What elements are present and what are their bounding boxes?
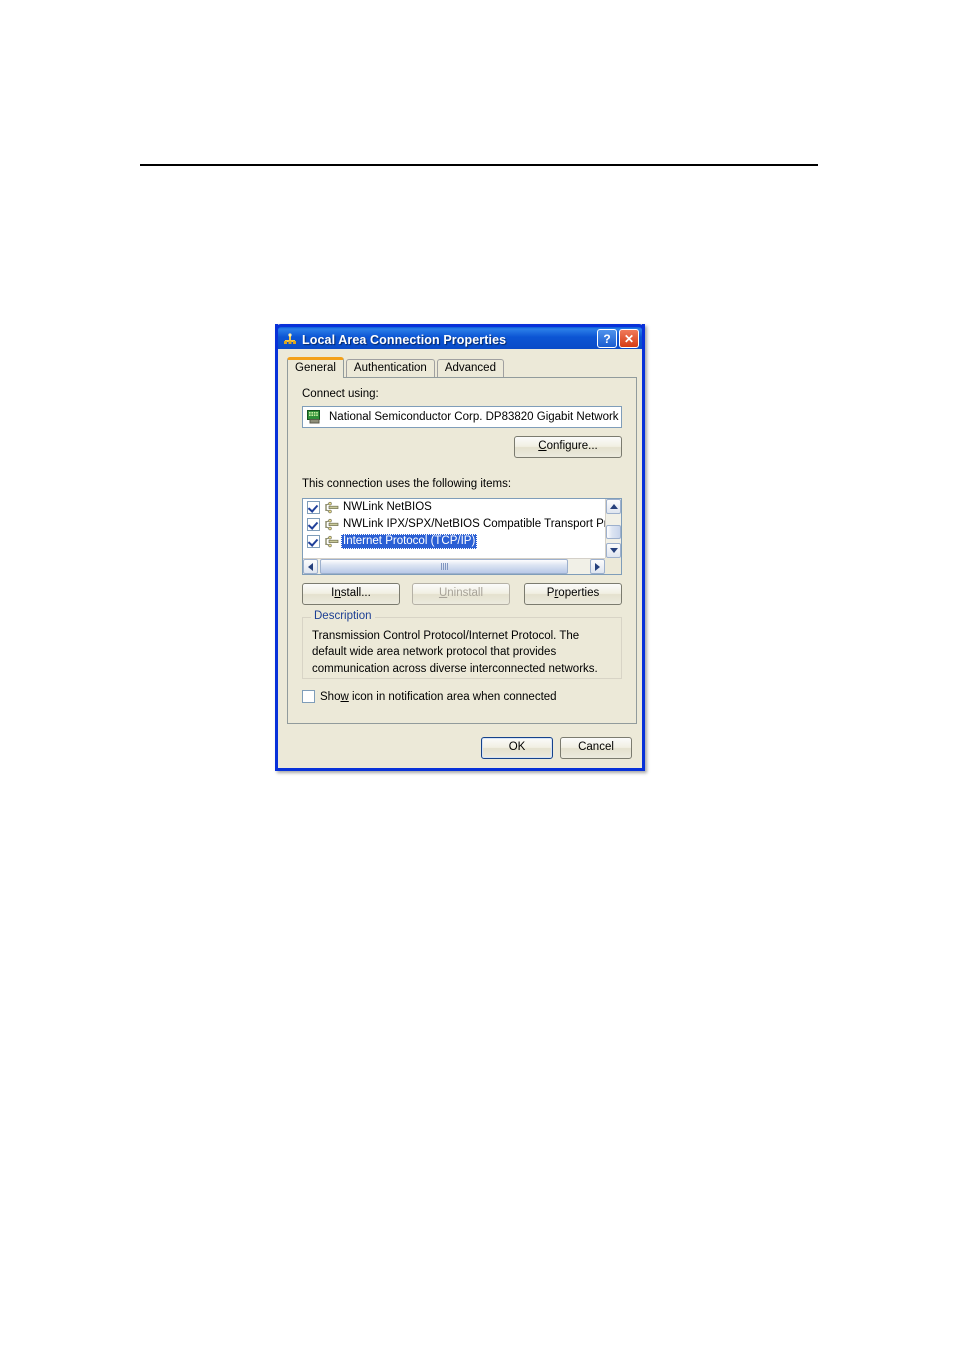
dialog-title: Local Area Connection Properties bbox=[302, 332, 507, 347]
configure-button[interactable]: Configure... bbox=[514, 436, 622, 458]
protocol-icon bbox=[324, 518, 339, 531]
components-list: NWLink NetBIOS NWLink IPX/SPX/NetBIOS Co… bbox=[303, 499, 605, 558]
description-groupbox: Description Transmission Control Protoco… bbox=[302, 610, 622, 679]
local-area-connection-properties-dialog: Local Area Connection Properties ? ✕ Gen… bbox=[275, 324, 645, 771]
network-adapter-icon bbox=[307, 410, 323, 424]
tab-general[interactable]: General bbox=[287, 357, 344, 378]
show-icon-checkbox-row[interactable]: Show icon in notification area when conn… bbox=[302, 690, 557, 703]
titlebar-buttons: ? ✕ bbox=[597, 329, 639, 348]
chevron-right-icon bbox=[595, 562, 600, 571]
dialog-titlebar[interactable]: Local Area Connection Properties ? ✕ bbox=[275, 324, 645, 352]
dialog-client-area: General Authentication Advanced Connect … bbox=[278, 349, 642, 768]
dialog-footer-buttons: OK Cancel bbox=[481, 737, 632, 759]
list-item-label: NWLink NetBIOS bbox=[343, 501, 432, 514]
scrollbar-corner bbox=[605, 558, 621, 574]
description-text: Transmission Control Protocol/Internet P… bbox=[312, 630, 598, 675]
network-connection-icon bbox=[282, 332, 298, 348]
tab-authentication[interactable]: Authentication bbox=[345, 359, 435, 378]
properties-button-label: Properties bbox=[546, 587, 600, 600]
tabstrip: General Authentication Advanced bbox=[287, 357, 506, 378]
tab-advanced[interactable]: Advanced bbox=[436, 359, 504, 378]
scroll-thumb-grip bbox=[440, 563, 448, 570]
tab-panel-general: Connect using: National Semiconductor Co… bbox=[287, 377, 637, 724]
uninstall-button: Uninstall bbox=[412, 583, 510, 605]
properties-button[interactable]: Properties bbox=[524, 583, 622, 605]
ok-button[interactable]: OK bbox=[481, 737, 553, 759]
list-item[interactable]: NWLink IPX/SPX/NetBIOS Compatible Transp… bbox=[303, 516, 605, 533]
listbox-horizontal-scrollbar[interactable] bbox=[303, 558, 605, 574]
chevron-down-icon bbox=[609, 548, 618, 553]
connect-using-label: Connect using: bbox=[302, 388, 379, 400]
checkbox-icon[interactable] bbox=[307, 501, 320, 514]
scroll-left-button[interactable] bbox=[303, 559, 318, 574]
adapter-field[interactable]: National Semiconductor Corp. DP83820 Gig… bbox=[302, 406, 622, 428]
chevron-up-icon bbox=[609, 504, 618, 509]
description-legend: Description bbox=[311, 610, 375, 622]
components-listbox[interactable]: NWLink NetBIOS NWLink IPX/SPX/NetBIOS Co… bbox=[302, 498, 622, 575]
items-label: This connection uses the following items… bbox=[302, 478, 512, 490]
horizontal-scroll-thumb[interactable] bbox=[320, 559, 568, 574]
scroll-right-button[interactable] bbox=[590, 559, 605, 574]
list-item-label: NWLink IPX/SPX/NetBIOS Compatible Transp… bbox=[343, 518, 605, 531]
help-button[interactable]: ? bbox=[597, 329, 617, 348]
list-item[interactable]: NWLink NetBIOS bbox=[303, 499, 605, 516]
protocol-icon bbox=[324, 535, 339, 548]
checkbox-icon[interactable] bbox=[307, 518, 320, 531]
vertical-scroll-thumb[interactable] bbox=[606, 525, 621, 539]
show-icon-label: Show icon in notification area when conn… bbox=[320, 690, 557, 703]
chevron-left-icon bbox=[308, 562, 313, 571]
scroll-up-button[interactable] bbox=[606, 499, 621, 514]
install-button[interactable]: Install... bbox=[302, 583, 400, 605]
install-button-label: Install... bbox=[331, 587, 371, 600]
listbox-vertical-scrollbar[interactable] bbox=[605, 499, 621, 558]
list-item[interactable]: Internet Protocol (TCP/IP) bbox=[303, 533, 605, 550]
uninstall-button-label: Uninstall bbox=[438, 587, 484, 600]
page-header-rule bbox=[140, 164, 818, 166]
adapter-name: National Semiconductor Corp. DP83820 Gig… bbox=[329, 411, 621, 423]
protocol-icon bbox=[324, 501, 339, 514]
cancel-button[interactable]: Cancel bbox=[560, 737, 632, 759]
list-item-label: Internet Protocol (TCP/IP) bbox=[341, 534, 478, 549]
show-icon-checkbox[interactable] bbox=[302, 690, 315, 703]
scroll-down-button[interactable] bbox=[606, 543, 621, 558]
checkbox-icon[interactable] bbox=[307, 535, 320, 548]
close-icon[interactable]: ✕ bbox=[619, 329, 639, 348]
configure-button-label: Configure... bbox=[538, 440, 598, 453]
